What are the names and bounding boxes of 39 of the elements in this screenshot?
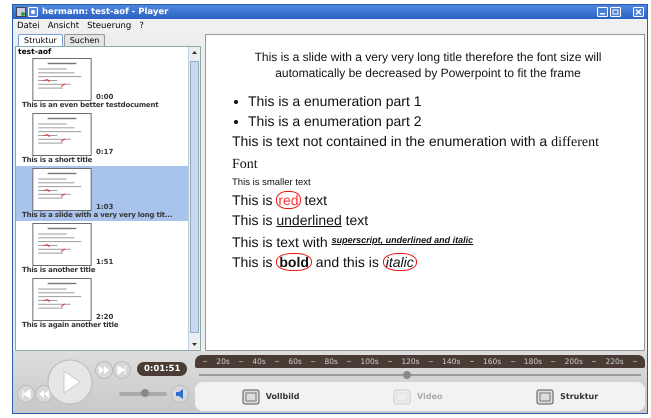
slide-text: This is red text bbox=[232, 190, 328, 210]
app-icon bbox=[16, 7, 26, 17]
menu-item[interactable]: ? bbox=[139, 20, 144, 30]
scroll-up-icon[interactable] bbox=[189, 47, 200, 58]
slide-thumbnail bbox=[32, 113, 92, 156]
volume-slider[interactable] bbox=[119, 392, 167, 396]
bullet-item: This is a enumeration part 1 bbox=[232, 91, 624, 111]
menu-icon[interactable] bbox=[28, 7, 38, 17]
close-icon[interactable] bbox=[633, 7, 644, 17]
slide-thumbnail bbox=[32, 278, 92, 321]
fast-forward-icon[interactable] bbox=[95, 361, 113, 379]
speaker-icon[interactable] bbox=[171, 385, 189, 403]
time-display: 0:01:51 bbox=[137, 362, 188, 376]
play-icon[interactable] bbox=[47, 359, 93, 405]
menu-item[interactable]: Datei bbox=[17, 20, 40, 30]
scroll-down-icon[interactable] bbox=[189, 339, 200, 350]
maximize-icon[interactable] bbox=[610, 7, 621, 17]
slide-text: This is text with superscript, underlined and italic bbox=[232, 233, 474, 252]
scrollbar[interactable] bbox=[188, 47, 200, 350]
skip-end-icon[interactable] bbox=[113, 361, 131, 379]
view-button[interactable]: Struktur bbox=[532, 386, 602, 406]
minimize-icon[interactable] bbox=[597, 7, 608, 17]
slide-heading: This is a slide with a very very long title therefore the font size will automatically be decreased by Powerpoint to fit the frame bbox=[254, 49, 602, 81]
view-button[interactable]: Vollbild bbox=[238, 386, 304, 406]
slide-thumbnail bbox=[32, 168, 92, 211]
slide-text: This is text not contained in the enumeration with a different Font bbox=[232, 132, 600, 174]
skip-start-icon[interactable] bbox=[17, 385, 35, 403]
bullet-item: This is a enumeration part 2 bbox=[232, 111, 624, 131]
tab[interactable]: Struktur bbox=[18, 34, 63, 46]
menu-item[interactable]: Ansicht bbox=[48, 20, 80, 30]
window-title: hermann: test-aof - Player bbox=[42, 7, 170, 17]
slide-thumbnail bbox=[32, 223, 92, 266]
slide-text: This is bold and this is italic bbox=[232, 252, 624, 272]
slide-thumbnail bbox=[32, 58, 92, 101]
slide-text: This is smaller text bbox=[232, 176, 312, 190]
tab[interactable]: Suchen bbox=[64, 34, 106, 46]
menu-item[interactable]: Steuerung bbox=[87, 20, 132, 30]
screen-icon bbox=[242, 388, 260, 404]
slide-text: This is underlined text bbox=[232, 211, 370, 230]
